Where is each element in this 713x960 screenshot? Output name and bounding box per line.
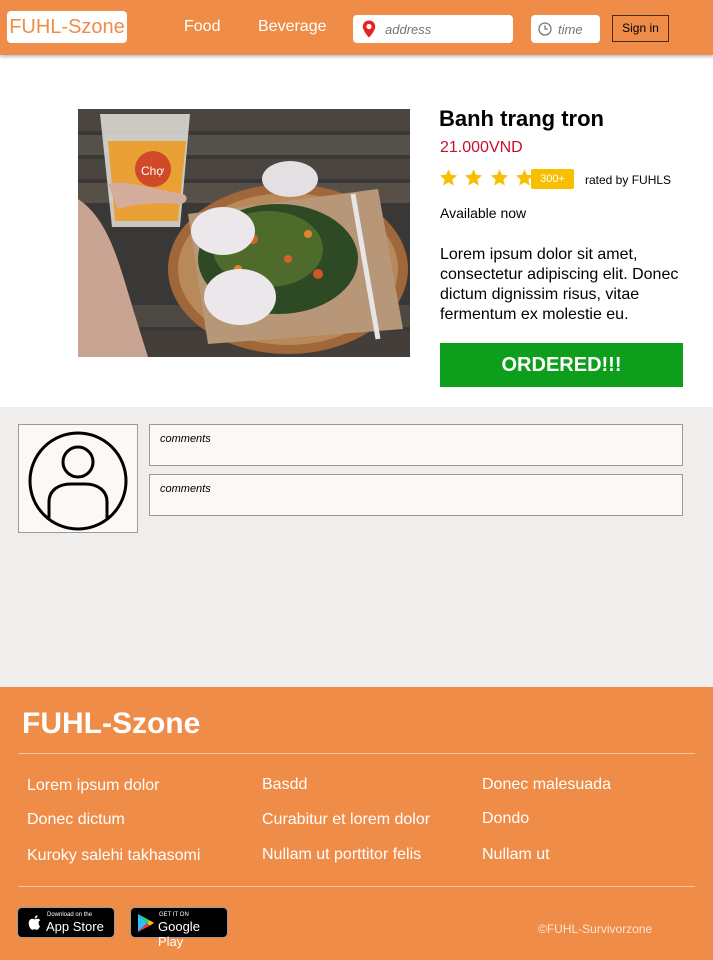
footer-brand: FUHL-Szone bbox=[22, 707, 201, 740]
footer-link[interactable]: Lorem ipsum dolor bbox=[27, 777, 160, 795]
top-navbar: FUHL-Szone Food Beverage Sign in bbox=[0, 0, 713, 55]
star-icon bbox=[465, 169, 483, 186]
product-photo: Chợ bbox=[78, 109, 410, 357]
app-store-button[interactable]: Download on the App Store bbox=[17, 907, 115, 938]
google-play-button[interactable]: GET IT ON Google Play bbox=[130, 907, 228, 949]
footer-link[interactable]: Curabitur et lorem dolor bbox=[262, 811, 430, 829]
comments-section: comments comments bbox=[0, 407, 713, 687]
comment-box[interactable]: comments bbox=[149, 424, 683, 466]
location-pin-icon bbox=[362, 20, 376, 43]
footer: FUHL-Szone Lorem ipsum dolor Donec dictu… bbox=[0, 687, 713, 960]
footer-divider bbox=[18, 886, 695, 887]
footer-link[interactable]: Dondo bbox=[482, 810, 529, 828]
footer-link[interactable]: Nullam ut porttitor felis bbox=[262, 846, 421, 864]
availability-status: Available now bbox=[440, 205, 527, 221]
comment-box[interactable]: comments bbox=[149, 474, 683, 516]
star-icon bbox=[439, 169, 458, 186]
nav-beverage[interactable]: Beverage bbox=[258, 18, 327, 36]
rating-count-badge: 300+ bbox=[531, 169, 574, 189]
apple-icon bbox=[28, 915, 41, 930]
rating-stars bbox=[439, 168, 536, 188]
user-avatar-icon bbox=[28, 431, 128, 531]
product-price: 21.000VND bbox=[440, 139, 523, 156]
app-store-small-label: Download on the bbox=[47, 912, 93, 918]
address-field bbox=[353, 15, 513, 43]
google-play-icon bbox=[138, 914, 154, 932]
sign-in-button[interactable]: Sign in bbox=[612, 15, 669, 42]
time-field bbox=[531, 15, 600, 43]
logo[interactable]: FUHL-Szone bbox=[7, 11, 127, 43]
google-play-small-label: GET IT ON bbox=[159, 912, 189, 918]
app-store-label: App Store bbox=[46, 919, 104, 934]
footer-link[interactable]: Donec malesuada bbox=[482, 776, 611, 794]
google-play-label: Google Play bbox=[158, 919, 200, 949]
footer-link[interactable]: Basdd bbox=[262, 776, 307, 794]
nav-food[interactable]: Food bbox=[184, 18, 220, 36]
order-button[interactable]: ORDERED!!! bbox=[440, 343, 683, 387]
address-input[interactable] bbox=[385, 15, 505, 43]
footer-link[interactable]: Kuroky salehi takhasomi bbox=[27, 847, 200, 865]
copyright-text: ©FUHL-Survivorzone bbox=[538, 922, 653, 936]
time-input[interactable] bbox=[558, 15, 598, 43]
star-icon bbox=[490, 169, 508, 186]
avatar bbox=[18, 424, 138, 533]
product-title: Banh trang tron bbox=[439, 106, 604, 131]
footer-link[interactable]: Nullam ut bbox=[482, 846, 550, 864]
footer-link[interactable]: Donec dictum bbox=[27, 811, 125, 829]
rated-by-label: rated by FUHLS bbox=[585, 173, 672, 187]
product-description: Lorem ipsum dolor sit amet, consectetur … bbox=[440, 246, 679, 323]
clock-icon bbox=[538, 22, 552, 41]
footer-divider bbox=[18, 753, 695, 754]
svg-text:Chợ: Chợ bbox=[141, 164, 164, 178]
